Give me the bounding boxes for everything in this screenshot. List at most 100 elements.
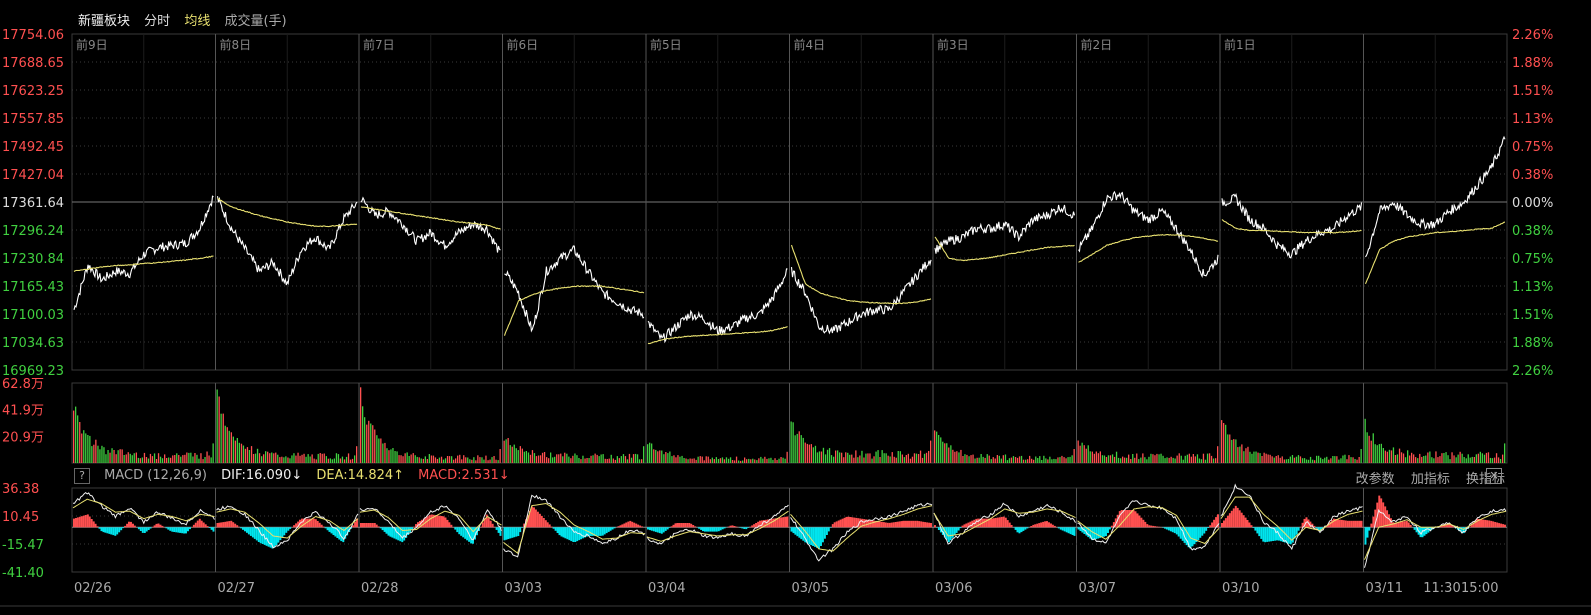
volume-bar [630, 457, 633, 463]
volume-bar [356, 446, 358, 463]
volume-bar [887, 455, 889, 463]
macd-histogram-bar [886, 522, 889, 528]
macd-histogram-bar [1252, 527, 1255, 528]
volume-bar [475, 460, 477, 463]
volume-bar [97, 445, 99, 463]
volume-bar [744, 457, 746, 463]
volume-bar [810, 444, 812, 463]
volume-bar [976, 457, 978, 463]
volume-bar [548, 458, 550, 463]
macd-dea: DEA:14.824↑ [316, 468, 405, 483]
volume-bar [893, 456, 895, 463]
macd-histogram-bar [497, 527, 500, 533]
macd-histogram-bar [564, 527, 567, 539]
macd-histogram-bar [204, 524, 207, 528]
volume-bar [186, 452, 188, 463]
volume-bar [212, 443, 214, 463]
volume-bar [1010, 457, 1013, 463]
macd-histogram-bar [1254, 527, 1257, 531]
volume-bar [584, 458, 586, 463]
volume-bar [681, 455, 683, 463]
macd-histogram-bar [194, 522, 197, 528]
volume-bar [905, 455, 907, 463]
volume-bar [1043, 455, 1045, 463]
volume-bar [1186, 454, 1188, 463]
volume-bar [1301, 458, 1304, 463]
day-label: 前2日 [1081, 37, 1113, 52]
volume-bar [946, 443, 948, 463]
macd-histogram-bar [1132, 510, 1135, 528]
macd-title[interactable]: MACD (12,26,9) [104, 468, 207, 483]
macd-histogram-bar [244, 527, 246, 532]
macd-histogram-bar [78, 516, 81, 528]
macd-histogram-bar [318, 522, 321, 528]
macd-histogram-bar [922, 521, 925, 528]
macd-histogram-bar [961, 525, 964, 528]
macd-histogram-bar [1242, 515, 1245, 528]
volume-bar [748, 458, 750, 463]
macd-histogram-bar [1146, 524, 1149, 528]
macd-histogram-bar [1177, 527, 1180, 537]
volume-bar [139, 458, 141, 463]
macd-histogram-bar [407, 527, 410, 535]
pct-tick-label: 1.51% [1512, 308, 1553, 323]
volume-bar [903, 457, 905, 463]
volume-bar [1257, 452, 1259, 463]
macd-histogram-bar [206, 526, 209, 528]
macd-histogram-bar [694, 526, 697, 528]
volume-bar [1271, 456, 1273, 463]
macd-histogram-bar [330, 527, 333, 534]
volume-bar [707, 456, 709, 463]
volume-bar [820, 451, 823, 463]
volume-bar [833, 456, 835, 463]
price-tick-label: 17230.84 [2, 252, 64, 267]
volume-bar [582, 455, 584, 463]
macd-histogram-bar [98, 527, 101, 529]
volume-bar [1089, 451, 1091, 463]
volume-bar [1314, 460, 1316, 463]
macd-histogram-bar [314, 519, 317, 528]
macd-histogram-bar [812, 527, 815, 546]
volume-bar [89, 435, 91, 463]
volume-bar [806, 443, 808, 463]
macd-histogram-bar [1032, 524, 1035, 528]
volume-bar [289, 458, 291, 463]
volume-bar [111, 448, 113, 463]
volume-bar [1378, 444, 1380, 463]
macd-histogram-bar [1297, 527, 1300, 531]
volume-bar [277, 454, 279, 463]
macd-histogram-bar [100, 527, 103, 532]
macd-histogram-bar [1246, 520, 1249, 528]
macd-histogram-bar [880, 521, 883, 528]
macd-histogram-bar [1423, 527, 1426, 536]
volume-bar [1439, 456, 1441, 463]
change-params-button[interactable]: 改参数 [1356, 472, 1395, 487]
macd-histogram-bar [780, 517, 783, 528]
volume-bar [659, 450, 661, 463]
volume-bar [1194, 456, 1196, 463]
volume-bar [792, 422, 794, 463]
volume-bar [677, 455, 679, 463]
volume-bar [424, 456, 426, 463]
volume-bar [1053, 458, 1055, 463]
pct-tick-label: 1.13% [1512, 280, 1553, 295]
volume-bar [602, 454, 604, 463]
volume-bar [180, 456, 182, 463]
close-icon[interactable]: ✕ [1486, 468, 1502, 484]
macd-histogram-bar [73, 518, 75, 528]
macd-histogram-bar [316, 521, 319, 528]
volume-bar [129, 453, 131, 463]
macd-histogram-bar [106, 527, 109, 534]
add-indicator-button[interactable]: 加指标 [1411, 472, 1450, 487]
volume-bar [1156, 453, 1158, 463]
help-icon[interactable]: ? [74, 468, 90, 484]
volume-bar [105, 454, 107, 463]
volume-bar [746, 459, 748, 463]
macd-histogram-bar [884, 522, 887, 528]
volume-bar [1384, 450, 1386, 463]
volume-bar [1368, 435, 1370, 463]
volume-bar [145, 457, 148, 463]
volume-bar [202, 459, 204, 463]
macd-histogram-bar [505, 527, 508, 540]
macd-histogram-bar [1038, 523, 1041, 528]
